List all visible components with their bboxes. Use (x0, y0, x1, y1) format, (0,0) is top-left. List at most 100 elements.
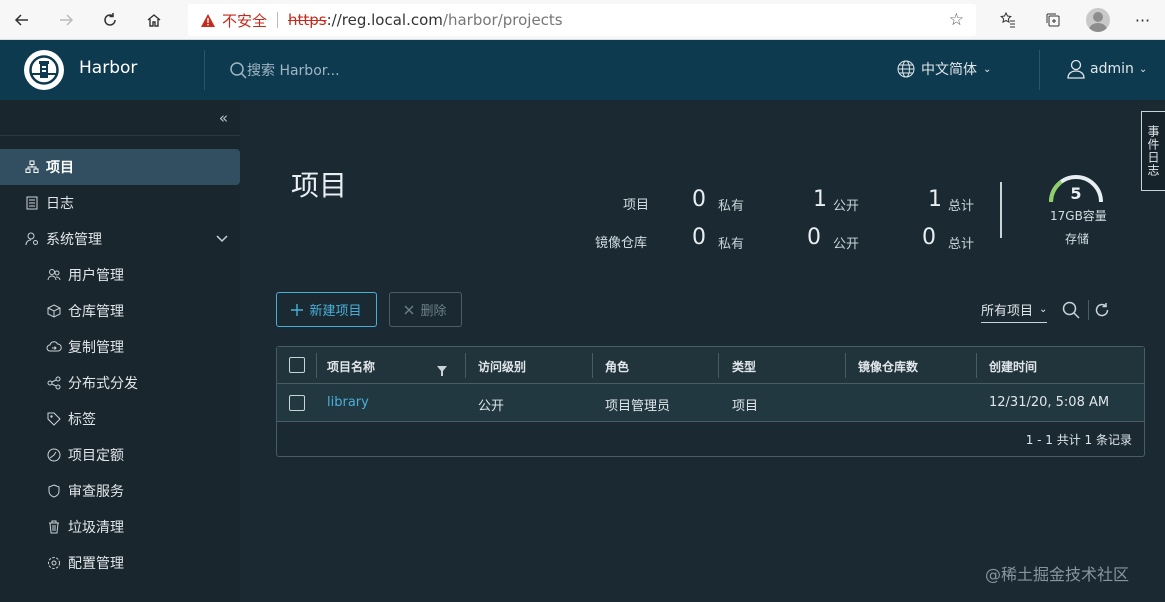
sidebar-item-quotas[interactable]: 项目定额 (0, 437, 240, 473)
sidebar-item-users[interactable]: 用户管理 (0, 257, 240, 293)
column-separator (976, 353, 977, 378)
filter-icon[interactable] (437, 361, 447, 380)
column-header-repo-count[interactable]: 镜像仓库数 (858, 358, 918, 375)
table-row[interactable]: library 公开 项目管理员 项目 12/31/20, 5:08 AM (277, 384, 1144, 422)
column-separator (718, 353, 719, 378)
home-button[interactable] (132, 0, 176, 40)
search-placeholder[interactable]: 搜索 Harbor... (247, 60, 340, 80)
sidebar-item-configuration[interactable]: 配置管理 (0, 545, 240, 581)
more-menu-icon[interactable]: ··· (1120, 0, 1165, 40)
app-title[interactable]: Harbor (79, 58, 137, 78)
sidebar-item-replication[interactable]: 复制管理 (0, 329, 240, 365)
user-menu[interactable]: admin ⌄ (1067, 59, 1147, 79)
select-all-checkbox[interactable] (289, 357, 305, 373)
projects-icon (24, 159, 40, 175)
column-header-created[interactable]: 创建时间 (989, 358, 1037, 375)
tag-icon (46, 411, 62, 427)
main-content: 项目 项目 0 私有 1 公开 1 总计 镜像仓库 0 私有 0 公开 0 总计… (240, 100, 1165, 602)
stat-projects-label: 项目 (623, 198, 650, 213)
sidebar-item-label: 配置管理 (68, 556, 124, 572)
refresh-button[interactable] (88, 0, 132, 40)
address-bar[interactable]: 不安全 https://reg.local.com/harbor/project… (188, 4, 976, 36)
storage-label: 存储 (1065, 232, 1090, 246)
sidebar-item-labels[interactable]: 标签 (0, 401, 240, 437)
global-search[interactable]: 搜索 Harbor... (229, 60, 340, 80)
sidebar-item-gc[interactable]: 垃圾清理 (0, 509, 240, 545)
favorites-icon[interactable] (985, 0, 1030, 40)
double-chevron-left-icon[interactable]: « (219, 109, 228, 127)
sidebar-item-label: 系统管理 (46, 232, 102, 248)
chevron-down-icon[interactable] (216, 231, 228, 247)
sidebar-item-label: 项目定额 (68, 448, 124, 464)
username: admin (1090, 61, 1134, 77)
stats-divider (1000, 182, 1002, 238)
stat-projects-public: 1 (813, 187, 827, 212)
refresh-icon[interactable] (1092, 300, 1112, 320)
globe-icon (897, 60, 915, 78)
collections-icon[interactable] (1030, 0, 1075, 40)
sidebar-item-label: 标签 (68, 412, 96, 428)
gear-icon (46, 555, 62, 571)
distribution-icon (46, 375, 62, 391)
sidebar-item-administration[interactable]: 系统管理 (0, 221, 240, 257)
sidebar-item-label: 用户管理 (68, 268, 124, 284)
sidebar-item-label: 项目 (46, 160, 74, 176)
sidebar-item-logs[interactable]: 日志 (0, 185, 240, 221)
column-header-access[interactable]: 访问级别 (478, 358, 526, 375)
storage-capacity: 17GB容量 (1050, 209, 1107, 223)
language-selector[interactable]: 中文简体 ⌄ (897, 59, 991, 79)
arrow-right-icon (60, 13, 74, 26)
sidebar-collapse[interactable]: « (0, 100, 240, 136)
project-type: 项目 (732, 399, 759, 414)
column-header-role[interactable]: 角色 (605, 358, 629, 375)
sidebar-item-label: 垃圾清理 (68, 520, 124, 536)
stat-repos-label: 镜像仓库 (595, 236, 648, 251)
storage-value: 5 (1070, 184, 1082, 203)
sidebar-item-label: 审查服务 (68, 484, 124, 500)
column-separator (465, 353, 466, 378)
sidebar: « 项目 日志 系统管理 用户管理 仓库管理 复制管理 分布式分发 标签 项目定… (0, 100, 240, 602)
new-project-label: 新建项目 (309, 304, 362, 319)
new-project-button[interactable]: 新建项目 (276, 292, 377, 327)
refresh-icon (104, 12, 116, 26)
delete-label: 删除 (420, 304, 447, 319)
header-divider (1039, 50, 1040, 90)
favorite-star-icon[interactable]: ☆ (949, 10, 964, 30)
column-separator (845, 353, 846, 378)
sidebar-item-registries[interactable]: 仓库管理 (0, 293, 240, 329)
stat-projects-total: 1 (928, 187, 942, 212)
user-icon (1067, 59, 1085, 79)
column-header-type[interactable]: 类型 (732, 358, 756, 375)
project-role: 项目管理员 (605, 399, 671, 414)
sidebar-item-label: 日志 (46, 196, 74, 212)
harbor-logo-icon[interactable] (24, 50, 64, 90)
sidebar-item-interrogation[interactable]: 审查服务 (0, 473, 240, 509)
project-filter-select[interactable]: 所有项目 ⌄ (981, 300, 1048, 323)
app-header: Harbor 搜索 Harbor... 中文简体 ⌄ admin ⌄ (0, 40, 1165, 100)
column-separator (316, 353, 317, 378)
users-icon (46, 267, 62, 283)
row-checkbox[interactable] (289, 395, 305, 411)
stat-public-label: 公开 (833, 199, 860, 214)
project-created: 12/31/20, 5:08 AM (989, 395, 1110, 410)
home-icon (147, 13, 161, 27)
column-header-name[interactable]: 项目名称 (327, 358, 375, 375)
url-separator (277, 12, 279, 28)
stat-projects-private: 0 (692, 187, 706, 212)
delete-button[interactable]: 删除 (389, 292, 462, 327)
sidebar-item-label: 分布式分发 (68, 376, 138, 392)
arrow-left-icon (14, 13, 28, 26)
event-log-tab[interactable]: 事件日志 (1141, 111, 1165, 191)
search-icon[interactable] (1061, 300, 1081, 320)
chevron-down-icon: ⌄ (983, 63, 992, 75)
quota-icon (46, 447, 62, 463)
sidebar-item-distribution[interactable]: 分布式分发 (0, 365, 240, 401)
insecure-label: 不安全 (222, 11, 268, 30)
profile-avatar[interactable] (1075, 0, 1120, 40)
forward-button[interactable] (44, 0, 88, 40)
sidebar-item-label: 仓库管理 (68, 304, 124, 320)
back-button[interactable] (0, 0, 44, 40)
sidebar-item-projects[interactable]: 项目 (0, 149, 240, 185)
chevron-down-icon: ⌄ (1138, 63, 1148, 75)
project-name-link[interactable]: library (327, 395, 369, 410)
